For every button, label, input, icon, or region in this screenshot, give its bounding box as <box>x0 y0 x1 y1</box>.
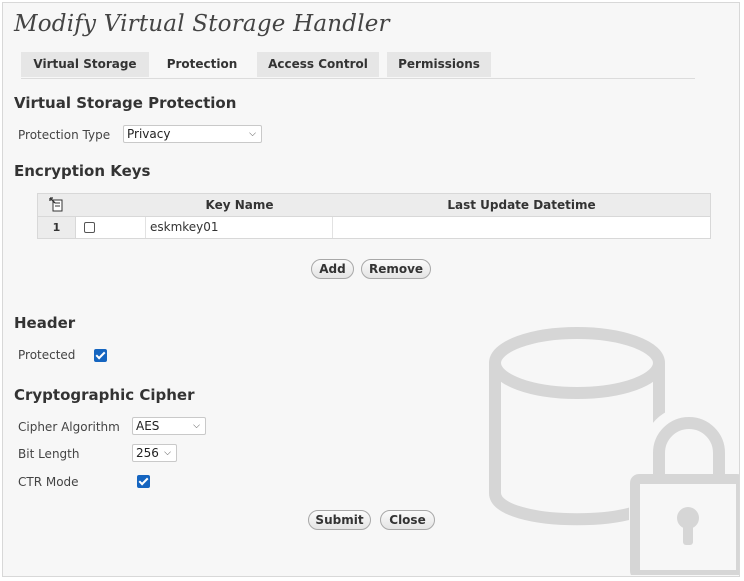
bit-length-value: 256 <box>136 446 159 460</box>
protection-type-label: Protection Type <box>18 128 111 142</box>
column-chooser-button[interactable] <box>38 194 76 216</box>
key-name-cell: eskmkey01 <box>146 217 333 238</box>
database-lock-icon <box>489 327 739 575</box>
tab-access-control[interactable]: Access Control <box>257 52 379 77</box>
chevron-down-icon: ⌵ <box>249 129 256 139</box>
cipher-heading: Cryptographic Cipher <box>14 386 195 404</box>
protection-heading: Virtual Storage Protection <box>14 94 237 112</box>
tab-protection[interactable]: Protection <box>152 52 252 77</box>
encryption-keys-table: Key Name Last Update Datetime 1 eskmkey0… <box>37 193 711 239</box>
ctr-mode-checkbox[interactable] <box>137 475 150 488</box>
column-chooser-icon <box>49 197 63 212</box>
cipher-algorithm-label: Cipher Algorithm <box>18 420 120 434</box>
cipher-algorithm-select[interactable]: AES ⌵ <box>132 417 206 435</box>
page-title: Modify Virtual Storage Handler <box>14 11 390 37</box>
table-row[interactable]: 1 eskmkey01 <box>38 217 710 238</box>
tab-virtual-storage[interactable]: Virtual Storage <box>21 52 149 77</box>
row-select-checkbox[interactable] <box>84 222 95 233</box>
close-button[interactable]: Close <box>380 510 435 530</box>
row-select-cell <box>76 217 146 238</box>
chevron-down-icon: ⌵ <box>164 448 171 458</box>
protected-checkbox[interactable] <box>94 349 107 362</box>
protection-type-value: Privacy <box>127 127 171 141</box>
last-update-cell <box>333 217 710 238</box>
protected-label: Protected <box>18 348 76 362</box>
encryption-keys-heading: Encryption Keys <box>14 162 151 180</box>
tab-permissions[interactable]: Permissions <box>387 52 491 77</box>
ctr-mode-label: CTR Mode <box>18 475 79 489</box>
remove-key-button[interactable]: Remove <box>361 259 431 279</box>
submit-button[interactable]: Submit <box>308 510 371 530</box>
tab-bar: Virtual Storage Protection Access Contro… <box>21 52 695 79</box>
add-key-button[interactable]: Add <box>311 259 354 279</box>
column-last-update[interactable]: Last Update Datetime <box>333 194 710 216</box>
bit-length-select[interactable]: 256 ⌵ <box>132 444 177 462</box>
header-heading: Header <box>14 314 76 332</box>
bit-length-label: Bit Length <box>18 447 80 461</box>
chevron-down-icon: ⌵ <box>193 421 200 431</box>
cipher-algorithm-value: AES <box>136 419 160 433</box>
column-key-name[interactable]: Key Name <box>146 194 333 216</box>
protection-type-select[interactable]: Privacy ⌵ <box>123 125 262 143</box>
row-index: 1 <box>38 217 76 238</box>
modify-handler-panel: Modify Virtual Storage Handler Virtual S… <box>2 2 740 577</box>
table-header: Key Name Last Update Datetime <box>38 194 710 217</box>
